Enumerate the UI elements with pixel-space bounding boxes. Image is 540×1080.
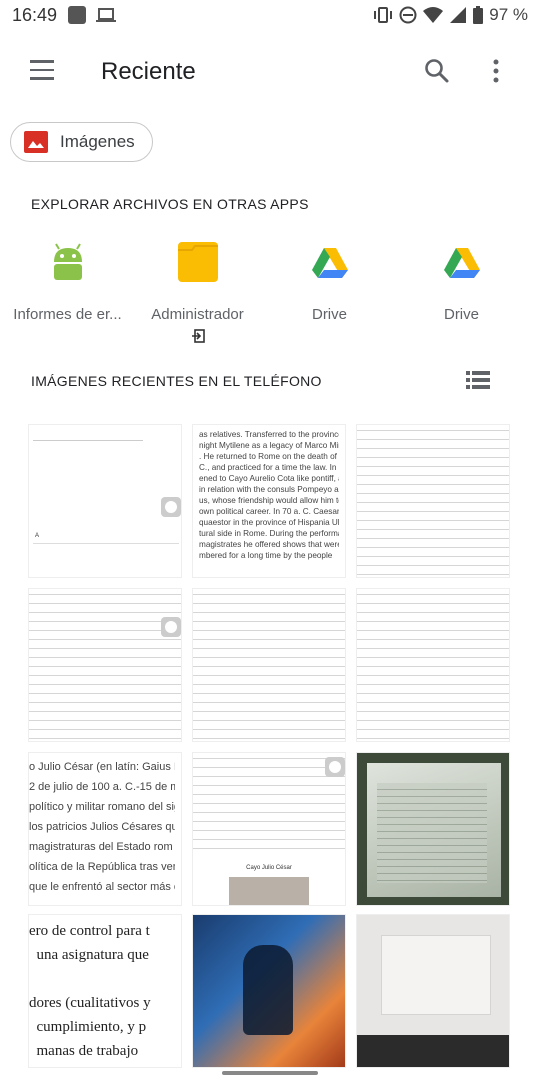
wifi-icon xyxy=(423,7,444,23)
app-bar: Reciente xyxy=(0,40,540,104)
images-filter-chip[interactable]: Imágenes xyxy=(10,122,153,162)
app-item-administrador[interactable]: Administrador xyxy=(130,240,265,343)
vibrate-icon xyxy=(374,7,393,23)
image-thumbnail[interactable] xyxy=(356,914,510,1068)
hamburger-menu-icon[interactable] xyxy=(30,60,60,82)
laptop-icon xyxy=(96,6,116,24)
app-label: Drive xyxy=(443,306,479,323)
battery-percent: 97 % xyxy=(489,5,528,24)
android-icon xyxy=(46,240,90,284)
search-icon[interactable] xyxy=(424,58,450,84)
image-thumbnail[interactable] xyxy=(356,424,510,578)
app-item-drive-2[interactable]: Drive xyxy=(394,240,529,323)
status-time: 16:49 xyxy=(12,5,58,25)
gesture-nav-bar xyxy=(0,1066,540,1080)
dnd-icon xyxy=(399,6,417,24)
thumbnail-text: o Julio César (en latín: Gaius Iuli 2 de… xyxy=(29,761,175,893)
app-label: Informes de er... xyxy=(13,306,122,323)
app-item-drive-1[interactable]: Drive xyxy=(262,240,397,323)
image-thumbnail[interactable] xyxy=(28,588,182,742)
select-checkbox[interactable] xyxy=(161,617,181,637)
image-thumbnail[interactable] xyxy=(192,914,346,1068)
page-title: Reciente xyxy=(101,58,196,85)
select-checkbox[interactable] xyxy=(325,757,345,777)
list-view-icon[interactable] xyxy=(466,371,490,389)
thumbnail-caption: Cayo Julio César xyxy=(246,865,292,871)
app-label: Drive xyxy=(311,306,347,323)
chip-label: Imágenes xyxy=(60,132,135,151)
image-thumbnail[interactable] xyxy=(192,588,346,742)
image-thumbnail[interactable]: o Julio César (en latín: Gaius Iuli 2 de… xyxy=(28,752,182,906)
notification-app-icon xyxy=(68,6,86,24)
signal-icon xyxy=(450,7,467,23)
recent-images-heading: IMÁGENES RECIENTES EN EL TELÉFONO xyxy=(31,373,322,389)
image-thumbnail[interactable]: A xyxy=(28,424,182,578)
status-right-icons: 97 % xyxy=(373,5,528,25)
image-thumbnail[interactable]: Cayo Julio César xyxy=(192,752,346,906)
status-bar: 16:49 97 % xyxy=(0,0,540,32)
status-notification-icons xyxy=(68,6,116,24)
image-thumbnail[interactable]: ero de control para t una asignatura que… xyxy=(28,914,182,1068)
image-thumbnail[interactable]: as relatives. Transferred to the provinc… xyxy=(192,424,346,578)
image-icon xyxy=(24,131,48,153)
work-profile-badge-icon xyxy=(191,329,205,343)
app-label: Administrador xyxy=(151,306,244,323)
home-gesture-handle[interactable] xyxy=(222,1071,318,1075)
thumbnail-text: as relatives. Transferred to the provinc… xyxy=(199,430,339,560)
image-thumbnail[interactable] xyxy=(356,588,510,742)
explore-apps-heading: EXPLORAR ARCHIVOS EN OTRAS APPS xyxy=(31,196,309,212)
drive-icon xyxy=(440,240,484,284)
explore-apps-row: Informes de er... Administrador Drive Dr… xyxy=(0,240,540,343)
drive-icon xyxy=(308,240,352,284)
app-item-informes[interactable]: Informes de er... xyxy=(0,240,135,323)
thumbnail-text: ero de control para t una asignatura que… xyxy=(29,923,151,1059)
image-thumbnail[interactable] xyxy=(356,752,510,906)
more-options-icon[interactable] xyxy=(486,58,506,84)
folder-icon xyxy=(176,240,220,284)
battery-icon xyxy=(473,6,484,24)
select-checkbox[interactable] xyxy=(161,497,181,517)
